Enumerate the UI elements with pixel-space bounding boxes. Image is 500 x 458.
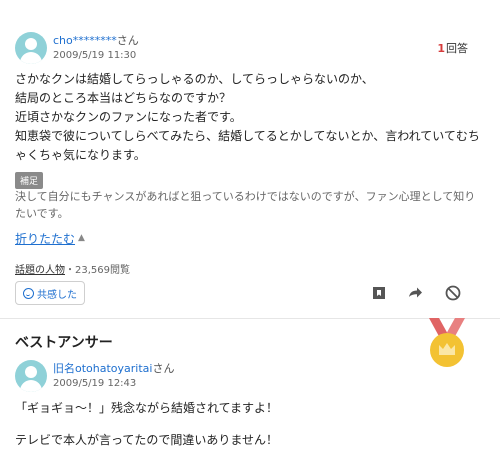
bookmark-icon[interactable] xyxy=(370,284,388,302)
question-text-line: 結局のところ本当はどちらなのですか？ xyxy=(15,91,232,105)
question-text-line: さかなクンは結婚してらっしゃるのか、してらっしゃらないのか、 xyxy=(15,72,374,86)
topic-line: 話題の人物・23,569閲覧 xyxy=(15,261,130,276)
question-text-line: 知恵袋で彼についてしらべてみたら、結婚してるとかしてないとか、言われていてむちゃ… xyxy=(15,129,480,162)
best-answer-title: ベストアンサー xyxy=(15,335,113,351)
best-answer-text-line: 「ギョギョ～！」残念ながら結婚されてますよ！ xyxy=(15,401,279,415)
question-text-line: 近頃さかなクンのファンになった者です。 xyxy=(15,110,242,124)
answers-count[interactable]: 1回答 xyxy=(437,40,468,56)
best-answer-text-line: テレビで本人が言ってたので間違いありません！ xyxy=(15,433,279,447)
answer-date: 2009/5/19 12:43 xyxy=(53,378,137,389)
questioner-name[interactable]: cho********さん xyxy=(53,32,139,48)
question-text: さかなクンは結婚してらっしゃるのか、してらっしゃらないのか、 結局のところ本当はど… xyxy=(15,70,485,165)
empathy-button-label: 共感した xyxy=(37,289,77,301)
best-answer-text-line xyxy=(15,416,485,432)
empathy-button[interactable]: 共感した xyxy=(15,281,85,305)
questioner-honorific: さん xyxy=(116,34,139,47)
chevron-up-icon[interactable]: ▲ xyxy=(78,233,85,243)
question-date: 2009/5/19 11:30 xyxy=(53,50,137,61)
crown-medal-icon xyxy=(429,318,465,367)
share-icon[interactable] xyxy=(406,284,424,302)
smile-icon xyxy=(23,287,34,299)
answerer-name[interactable]: 旧名otohatoyaritaiさん xyxy=(53,360,174,376)
answerer-avatar[interactable] xyxy=(15,360,47,392)
questioner-avatar[interactable] xyxy=(15,32,47,64)
topic-link[interactable]: 話題の人物 xyxy=(15,265,65,276)
questioner-name-text[interactable]: cho******** xyxy=(53,34,117,47)
supplement-label: 補足 xyxy=(15,172,44,189)
block-icon[interactable] xyxy=(444,284,462,302)
answers-count-number: 1 xyxy=(437,42,445,55)
view-count: ・23,569閲覧 xyxy=(65,265,130,276)
answerer-name-text[interactable]: 旧名otohatoyaritai xyxy=(53,362,152,375)
collapse-link[interactable]: 折りたたむ xyxy=(15,230,75,247)
best-answer-text: 「ギョギョ～！」残念ながら結婚されてますよ！ テレビで本人が言ってたので間違いあ… xyxy=(15,400,485,448)
answerer-honorific: さん xyxy=(152,362,175,375)
supplement-text: 決して自分にもチャンスがあればと狙っているわけではないのですが、ファン心理として… xyxy=(15,190,476,220)
answers-count-label: 回答 xyxy=(446,42,468,55)
